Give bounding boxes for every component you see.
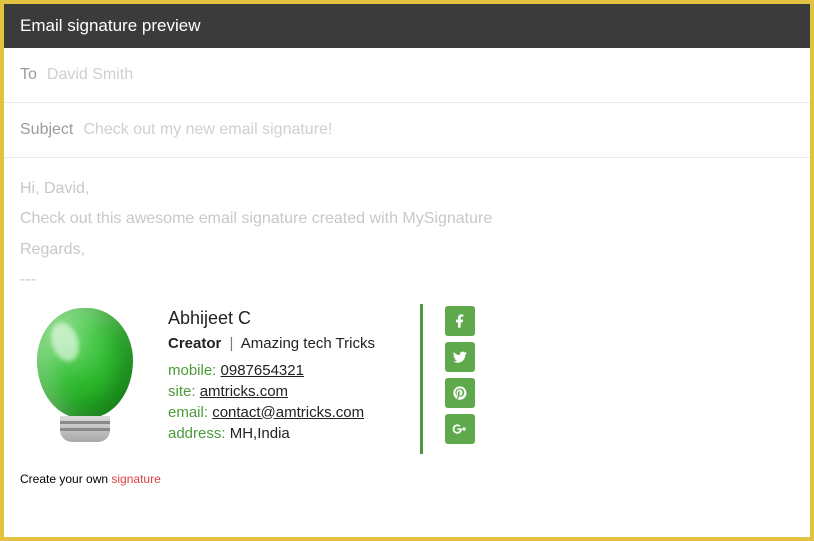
- mobile-label: mobile:: [168, 362, 216, 379]
- subject-label: Subject: [20, 121, 73, 139]
- signature-email-row: email: contact@amtricks.com: [168, 404, 398, 421]
- facebook-icon: [452, 313, 468, 329]
- to-value[interactable]: David Smith: [47, 66, 133, 84]
- signature-mobile-row: mobile: 0987654321: [168, 362, 398, 379]
- email-body: Hi, David, Check out this awesome email …: [4, 158, 810, 304]
- body-line-2: Check out this awesome email signature c…: [20, 204, 794, 234]
- googleplus-icon: [452, 421, 468, 437]
- footer-text: Create your own: [20, 472, 111, 486]
- footer: Create your own signature: [4, 462, 810, 486]
- mobile-value[interactable]: 0987654321: [221, 362, 304, 379]
- footer-link[interactable]: signature: [111, 472, 160, 486]
- subject-row: Subject Check out my new email signature…: [4, 103, 810, 158]
- to-row: To David Smith: [4, 48, 810, 103]
- address-value: MH,India: [230, 425, 290, 442]
- pinterest-button[interactable]: [445, 378, 475, 408]
- site-label: site:: [168, 383, 196, 400]
- body-line-4: ---: [20, 265, 794, 295]
- to-label: To: [20, 66, 37, 84]
- header-title: Email signature preview: [20, 16, 200, 35]
- signature-separator: |: [230, 335, 234, 352]
- email-label: email:: [168, 404, 208, 421]
- signature-role-row: Creator | Amazing tech Tricks: [168, 335, 398, 352]
- pinterest-icon: [452, 385, 468, 401]
- facebook-button[interactable]: [445, 306, 475, 336]
- twitter-icon: [452, 349, 468, 365]
- address-label: address:: [168, 425, 226, 442]
- signature-block: Abhijeet C Creator | Amazing tech Tricks…: [4, 304, 810, 462]
- signature-site-row: site: amtricks.com: [168, 383, 398, 400]
- signature-address-row: address: MH,India: [168, 425, 398, 442]
- site-value[interactable]: amtricks.com: [200, 383, 288, 400]
- googleplus-button[interactable]: [445, 414, 475, 444]
- signature-name: Abhijeet C: [168, 308, 398, 329]
- twitter-button[interactable]: [445, 342, 475, 372]
- body-line-3: Regards,: [20, 235, 794, 265]
- signature-logo: [20, 304, 150, 448]
- signature-company: Amazing tech Tricks: [241, 335, 375, 352]
- body-line-1: Hi, David,: [20, 174, 794, 204]
- social-column: [445, 304, 475, 444]
- signature-details: Abhijeet C Creator | Amazing tech Tricks…: [168, 304, 398, 446]
- email-value[interactable]: contact@amtricks.com: [212, 404, 364, 421]
- header-bar: Email signature preview: [4, 4, 810, 48]
- vertical-divider: [420, 304, 423, 454]
- lightbulb-icon: [30, 308, 140, 448]
- signature-role: Creator: [168, 335, 221, 352]
- subject-value[interactable]: Check out my new email signature!: [83, 121, 332, 139]
